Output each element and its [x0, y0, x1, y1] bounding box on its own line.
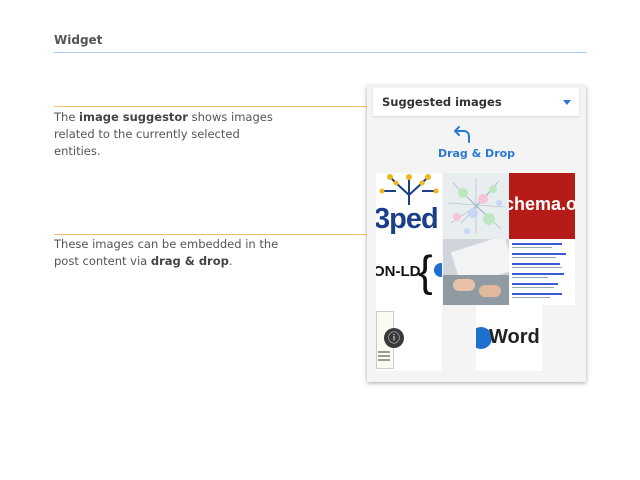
network-graph-image[interactable]	[443, 173, 509, 239]
wordpress-logo-image[interactable]: Word	[476, 305, 542, 371]
widget-header-dropdown[interactable]: Suggested images	[373, 88, 579, 116]
caption-text-prefix: The	[54, 110, 80, 124]
hand-right	[479, 285, 501, 297]
undo-arrow-icon	[454, 126, 470, 143]
json-ld-dot-icon	[434, 263, 442, 277]
info-badge-icon[interactable]: ⓘ	[384, 328, 404, 348]
document-diagram-image[interactable]: ⓘ	[376, 305, 442, 371]
typing-laptop-image[interactable]	[443, 239, 509, 305]
json-ld-brace-icon: {	[418, 247, 433, 296]
schema-org-logo-image[interactable]: chema.o	[509, 173, 575, 239]
widget-title: Suggested images	[382, 95, 502, 109]
page-title: Widget	[54, 33, 103, 47]
suggested-images-widget: Suggested images Drag & Drop 3ped chema.…	[367, 86, 586, 382]
caption-image-suggestor: The image suggestor shows images related…	[54, 109, 284, 160]
drag-drop-zone: Drag & Drop	[367, 122, 586, 164]
drag-drop-label: Drag & Drop	[437, 147, 516, 160]
hand-left	[453, 279, 475, 291]
dbpedia-logo-text: 3ped	[376, 203, 439, 235]
caption-highlight: image suggestor	[79, 110, 188, 124]
json-ld-logo-text: ON-LD	[376, 263, 421, 280]
chevron-down-icon[interactable]	[563, 100, 571, 105]
caption-highlight: drag & drop	[150, 254, 229, 268]
connector-line-1	[54, 106, 372, 107]
search-results-screenshot-image[interactable]	[509, 239, 575, 305]
schema-org-logo-text: chema.o	[509, 194, 575, 214]
caption-text-suffix: .	[228, 254, 233, 268]
connector-line-2	[54, 234, 372, 235]
caption-drag-drop: These images can be embedded in the post…	[54, 236, 284, 270]
header-divider	[54, 52, 587, 53]
wordpress-logo-text: Word	[489, 326, 540, 348]
json-ld-logo-image[interactable]: ON-LD {	[376, 239, 442, 305]
dbpedia-logo-image[interactable]: 3ped	[376, 173, 442, 239]
